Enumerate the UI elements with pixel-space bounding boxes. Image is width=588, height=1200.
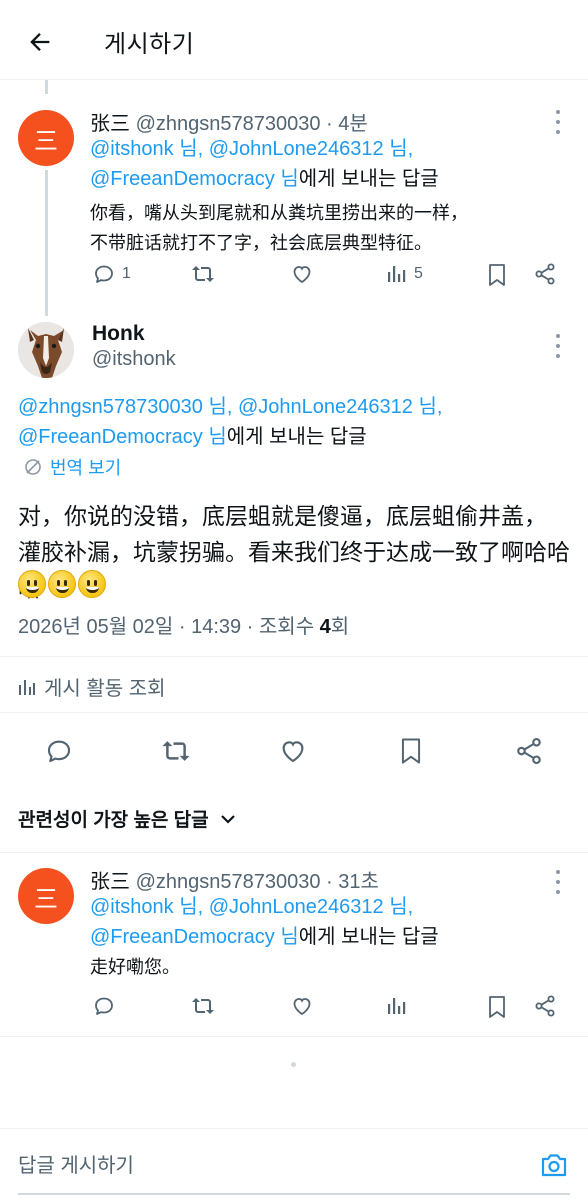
author-name[interactable]: 张三 [90,871,130,893]
post-activity-link[interactable]: 게시 활동 조회 [18,672,166,701]
reply-sort-dropdown[interactable]: 관련성이 가장 높은 답글 [18,805,237,832]
grinning-face-emoji-icon [18,570,46,598]
reply-icon [95,265,113,283]
loading-indicator [291,1062,296,1067]
reply-to-line: @itshonk 님, @JohnLone246312 님, @FreeanDe… [90,138,439,190]
mention-link[interactable]: @FreeanDemocracy [18,426,203,448]
share-icon [535,263,555,285]
avatar[interactable]: 三 [18,110,74,166]
repost-button[interactable] [190,262,216,286]
author-name[interactable]: Honk [92,322,145,346]
share-button[interactable] [533,262,557,286]
top-bar: 게시하기 [0,0,588,80]
divider [0,656,588,657]
bar-chart-icon [388,998,406,1014]
heart-icon [293,266,311,284]
bar-chart-icon [19,679,35,695]
view-count: 4 [319,616,331,638]
like-button[interactable] [290,262,314,286]
translate-button[interactable]: 번역 보기 [24,454,121,480]
post-author: 张三 @zhngsn578730030 · 4분 [90,107,368,136]
mention-link[interactable]: @JohnLone246312 [209,896,384,918]
repost-button[interactable] [190,994,216,1018]
chevron-down-icon [220,814,235,824]
more-options-icon[interactable] [548,332,568,360]
reply-composer: 답글 게시하기 [0,1128,588,1200]
mention-link[interactable]: @JohnLone246312 [238,396,413,418]
bookmark-icon [401,738,421,764]
bookmark-button[interactable] [486,262,508,288]
reply-button[interactable] [92,994,116,1018]
mention-link[interactable]: @zhngsn578730030 [18,396,203,418]
translate-icon [25,459,41,475]
heart-icon [282,741,304,763]
bookmark-icon [489,264,505,286]
post-text: 你看，嘴从头到尾就和从粪坑里捞出来的一样， 不带脏话就打不了字，社会底层典型特征… [90,203,468,253]
grinning-face-emoji-icon [48,570,76,598]
arrow-left-icon [30,33,50,51]
timestamp[interactable]: 2026년 05월 02일 · 14:39 · 조회수 [18,616,320,638]
post-meta: 2026년 05월 02일 · 14:39 · 조회수 4회 [18,616,350,638]
bookmark-button[interactable] [486,994,508,1020]
divider [0,852,588,853]
like-button[interactable] [278,736,308,766]
more-options-icon[interactable] [548,108,568,136]
post-time: · 31초 [326,871,379,893]
author-name[interactable]: 张三 [90,113,130,135]
mention-link[interactable]: @itshonk [90,896,174,918]
avatar[interactable]: 三 [18,868,74,924]
more-options-icon[interactable] [548,868,568,896]
bar-chart-icon [388,266,406,282]
thread-line-top [45,80,48,94]
mention-link[interactable]: @JohnLone246312 [209,138,384,160]
mention-link[interactable]: @itshonk [90,138,174,160]
views-button[interactable] [386,994,408,1018]
divider [0,1036,588,1037]
view-count: 5 [414,265,423,282]
bookmark-button[interactable] [398,736,424,766]
bookmark-icon [489,996,505,1018]
views-button[interactable]: 5 [386,262,423,286]
share-icon [535,995,555,1017]
reply-to-line: @zhngsn578730030 님, @JohnLone246312 님, @… [18,396,443,448]
repost-icon [192,998,214,1014]
grinning-face-emoji-icon [78,570,106,598]
share-button[interactable] [533,994,557,1018]
divider [0,712,588,713]
back-button[interactable] [20,22,60,62]
post-text: 走好嘞您。 [90,957,180,977]
thread-line [45,170,48,316]
reply-input[interactable]: 답글 게시하기 [18,1149,134,1178]
horse-avatar-icon [18,322,74,378]
repost-icon [162,741,190,761]
reply-icon [47,740,71,763]
mention-link[interactable]: @FreeanDemocracy [90,168,275,190]
heart-icon [293,998,311,1016]
mention-link[interactable]: @FreeanDemocracy [90,926,275,948]
repost-icon [192,266,214,282]
author-handle[interactable]: @zhngsn578730030 [136,113,321,135]
avatar[interactable] [18,322,74,378]
author-handle[interactable]: @zhngsn578730030 [136,871,321,893]
repost-button[interactable] [160,736,192,766]
page-title: 게시하기 [104,31,195,58]
like-button[interactable] [290,994,314,1018]
reply-button[interactable]: 1 [92,262,131,286]
camera-button[interactable] [536,1147,572,1183]
emoji-row [18,570,106,598]
input-underline [18,1193,570,1195]
camera-icon [541,1154,567,1177]
reply-to-line: @itshonk 님, @JohnLone246312 님, @FreeanDe… [90,896,439,948]
share-button[interactable] [514,736,544,766]
post-author: 张三 @zhngsn578730030 · 31초 [90,865,379,894]
reply-button[interactable] [44,736,74,766]
share-icon [517,737,541,765]
reply-count: 1 [122,265,131,282]
reply-icon [95,997,113,1015]
post-time: · 4분 [326,113,368,135]
author-handle[interactable]: @itshonk [92,348,176,371]
